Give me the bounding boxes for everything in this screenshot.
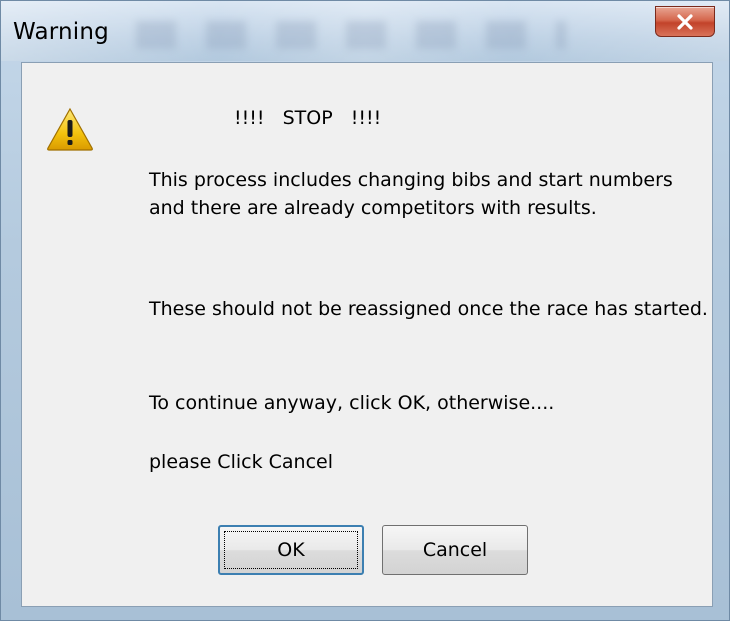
window-title: Warning	[13, 19, 109, 45]
ok-button-label: OK	[277, 539, 305, 561]
message-paragraph: To continue anyway, click OK, otherwise.…	[149, 392, 555, 414]
close-icon	[676, 13, 694, 30]
warning-dialog-window: Warning !!!! STOP !!!! This process incl…	[0, 0, 730, 621]
close-button[interactable]	[655, 6, 715, 37]
stop-heading: !!!! STOP !!!!	[234, 107, 382, 129]
cancel-button-label: Cancel	[422, 539, 488, 561]
cancel-button[interactable]: Cancel	[382, 525, 528, 575]
title-bar[interactable]: Warning	[1, 1, 729, 61]
dialog-content: !!!! STOP !!!! This process includes cha…	[21, 62, 713, 607]
blurred-background-strip	[136, 21, 566, 49]
message-paragraph: please Click Cancel	[149, 451, 333, 473]
message-paragraph: These should not be reassigned once the …	[149, 298, 708, 320]
message-paragraph: This process includes changing bibs and …	[149, 169, 673, 219]
warning-triangle-icon	[46, 107, 94, 151]
ok-button[interactable]: OK	[218, 525, 364, 575]
